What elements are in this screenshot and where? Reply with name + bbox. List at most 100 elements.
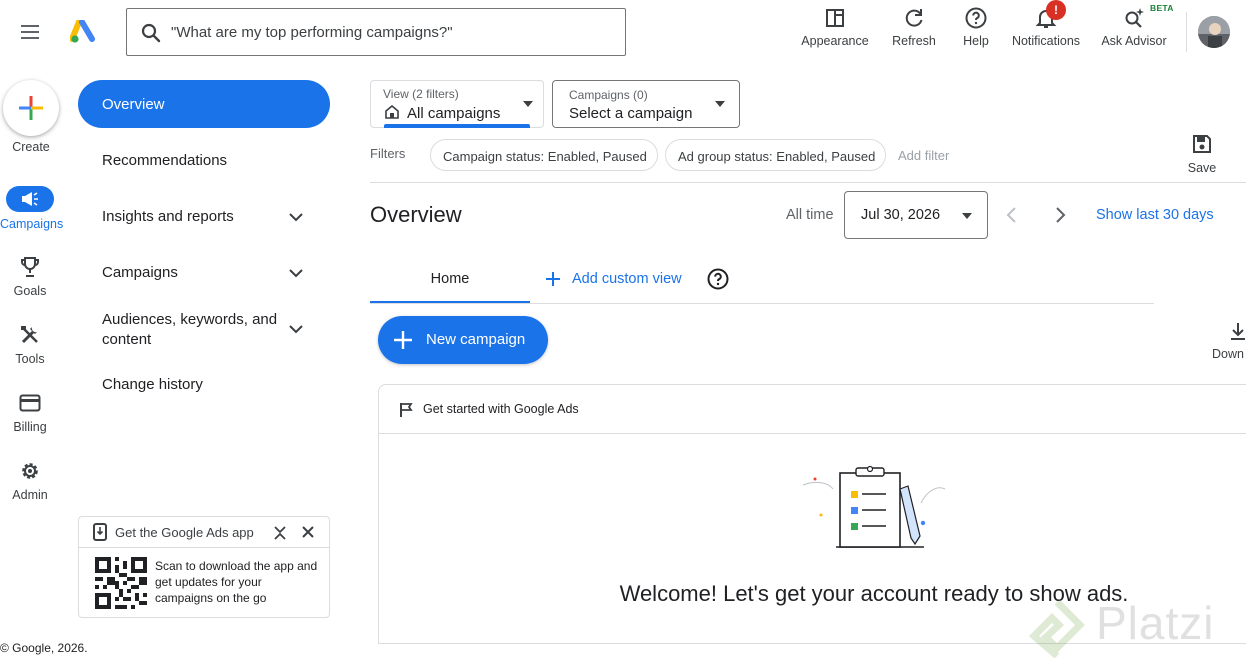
- watermark-text: Platzi: [1096, 597, 1215, 649]
- promo-body: Scan to download the app and get updates…: [155, 559, 318, 605]
- help-icon: [964, 6, 988, 30]
- view-select-value: All campaigns: [407, 105, 501, 122]
- rail-item-tools[interactable]: Tools: [0, 324, 60, 366]
- appearance-label: Appearance: [801, 34, 869, 48]
- chevron-right-icon[interactable]: [1052, 206, 1068, 224]
- refresh-label: Refresh: [892, 34, 936, 48]
- top-bar: "What are my top performing campaigns?" …: [0, 0, 1246, 64]
- campaign-select-value: Select a campaign: [569, 105, 693, 122]
- app-promo-card: Get the Google Ads app Scan to download …: [78, 516, 330, 618]
- rail-label-campaigns: Campaigns: [0, 217, 64, 231]
- rail-label-tools: Tools: [15, 352, 45, 366]
- nav-label-insights: Insights and reports: [102, 208, 234, 225]
- close-icon[interactable]: [301, 525, 315, 539]
- create-button[interactable]: [3, 80, 59, 136]
- download-icon: [1230, 322, 1246, 340]
- dropdown-arrow-icon: [962, 213, 972, 219]
- promo-title: Get the Google Ads app: [115, 525, 254, 540]
- megaphone-icon: [6, 186, 54, 212]
- new-campaign-button[interactable]: New campaign: [378, 316, 548, 364]
- new-campaign-label: New campaign: [426, 331, 526, 348]
- nav-item-recommendations[interactable]: Recommendations: [102, 152, 227, 169]
- refresh-icon: [902, 6, 926, 30]
- view-select-caption: View (2 filters): [383, 87, 459, 101]
- search-icon: [140, 22, 162, 44]
- appearance-icon: [823, 6, 847, 30]
- rail-label-billing: Billing: [13, 420, 47, 434]
- campaign-select[interactable]: Campaigns (0) Select a campaign: [552, 80, 740, 128]
- rail-item-billing[interactable]: Billing: [0, 392, 60, 434]
- footer-copyright: © Google, 2026.: [0, 641, 88, 655]
- ask-advisor-button[interactable]: BETA Ask Advisor: [1098, 3, 1173, 48]
- dropdown-arrow-icon: [523, 101, 533, 107]
- refresh-button[interactable]: Refresh: [890, 6, 938, 48]
- save-button[interactable]: Save: [1182, 134, 1222, 175]
- notification-badge: !: [1046, 0, 1066, 20]
- plus-icon: [546, 272, 560, 286]
- collapse-icon[interactable]: [273, 525, 287, 541]
- card-header-title: Get started with Google Ads: [423, 402, 579, 416]
- rail-item-campaigns[interactable]: Campaigns: [0, 186, 64, 231]
- nav-label-audiences: Audiences, keywords, and content: [102, 311, 278, 348]
- building-icon: [385, 105, 399, 119]
- view-select[interactable]: View (2 filters) All campaigns: [370, 80, 544, 128]
- nav-label-campaigns: Campaigns: [102, 264, 178, 281]
- nav-item-campaigns[interactable]: Campaigns: [102, 264, 178, 281]
- gear-icon: [19, 460, 41, 482]
- date-picker[interactable]: Jul 30, 2026: [844, 191, 988, 239]
- filters-label: Filters: [370, 146, 406, 161]
- menu-icon[interactable]: [18, 20, 42, 44]
- plus-icon: [394, 331, 412, 349]
- nav-item-audiences[interactable]: Audiences, keywords, and content: [102, 310, 288, 350]
- help-button[interactable]: Help: [958, 6, 994, 48]
- nav-label-change-history: Change history: [102, 376, 203, 393]
- dropdown-arrow-icon: [715, 101, 725, 107]
- date-value: Jul 30, 2026: [861, 207, 941, 223]
- chevron-left-icon[interactable]: [1004, 206, 1020, 224]
- page-title: Overview: [370, 202, 462, 227]
- tools-icon: [19, 324, 41, 346]
- tab-home-label: Home: [430, 271, 470, 287]
- avatar[interactable]: [1198, 16, 1230, 48]
- date-range-label: All time: [786, 207, 834, 223]
- chevron-down-icon[interactable]: [288, 321, 304, 337]
- rail-item-admin[interactable]: Admin: [0, 460, 60, 502]
- nav-item-insights[interactable]: Insights and reports: [102, 208, 234, 225]
- plus-icon: [19, 96, 43, 120]
- save-label: Save: [1187, 161, 1217, 175]
- appearance-button[interactable]: Appearance: [801, 6, 869, 48]
- campaign-select-caption: Campaigns (0): [569, 88, 648, 102]
- search-box[interactable]: "What are my top performing campaigns?": [126, 8, 626, 56]
- help-icon[interactable]: [707, 268, 729, 290]
- save-icon: [1192, 134, 1212, 154]
- credit-card-icon: [19, 392, 41, 414]
- google-ads-logo[interactable]: [70, 20, 96, 44]
- tab-home[interactable]: Home: [370, 256, 530, 303]
- rail-label-admin: Admin: [12, 488, 48, 502]
- nav-label-overview: Overview: [102, 96, 165, 113]
- filters-divider: [370, 182, 1246, 183]
- help-label: Help: [963, 34, 989, 48]
- search-placeholder: "What are my top performing campaigns?": [171, 24, 453, 41]
- rail-label-goals: Goals: [13, 284, 47, 298]
- trophy-icon: [19, 256, 41, 278]
- qr-code: [95, 557, 147, 609]
- nav-label-recommendations: Recommendations: [102, 152, 228, 169]
- download-label: Down: [1212, 347, 1244, 361]
- show-last-30-days-link[interactable]: Show last 30 days: [1096, 207, 1214, 223]
- filter-chip-campaign-status[interactable]: Campaign status: Enabled, Paused: [430, 139, 658, 171]
- checklist-illustration: [799, 463, 949, 555]
- chevron-down-icon[interactable]: [288, 209, 304, 225]
- notifications-label: Notifications: [1011, 34, 1081, 48]
- add-custom-view-label: Add custom view: [572, 271, 682, 287]
- chevron-down-icon[interactable]: [288, 265, 304, 281]
- flag-icon: [399, 402, 413, 418]
- ask-advisor-label: Ask Advisor: [1101, 34, 1167, 48]
- nav-item-change-history[interactable]: Change history: [102, 376, 203, 393]
- add-filter-button[interactable]: Add filter: [898, 148, 949, 163]
- nav-item-overview[interactable]: Overview: [78, 80, 330, 128]
- create-label: Create: [12, 140, 50, 154]
- rail-item-goals[interactable]: Goals: [0, 256, 60, 298]
- filter-chip-ad-group-status[interactable]: Ad group status: Enabled, Paused: [665, 139, 886, 171]
- notifications-button[interactable]: ! Notifications: [1008, 0, 1084, 48]
